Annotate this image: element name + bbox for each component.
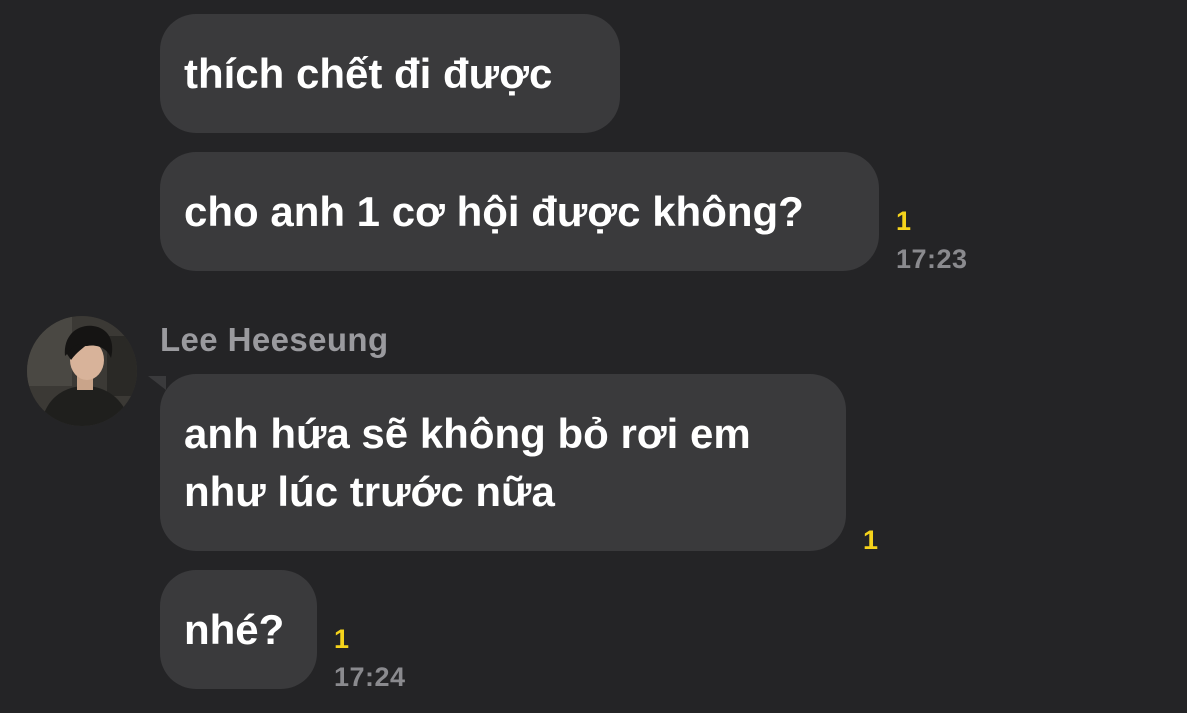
chat-screen: thích chết đi được cho anh 1 cơ hội được… bbox=[0, 0, 1187, 713]
message-text-line: anh hứa sẽ không bỏ rơi em bbox=[184, 410, 751, 457]
message-bubble[interactable]: nhé? bbox=[160, 570, 317, 689]
unread-count: 1 bbox=[334, 624, 350, 654]
message-text: thích chết đi được bbox=[184, 50, 553, 97]
unread-count: 1 bbox=[863, 525, 879, 555]
sender-name: Lee Heeseung bbox=[160, 321, 389, 358]
message-text: nhé? bbox=[184, 606, 285, 653]
sender-avatar[interactable] bbox=[27, 316, 137, 426]
user-avatar-icon bbox=[27, 316, 137, 426]
message-timestamp: 17:24 bbox=[334, 662, 406, 692]
message-text: cho anh 1 cơ hội được không? bbox=[184, 188, 804, 235]
unread-count: 1 bbox=[896, 206, 912, 236]
message-text-line: như lúc trước nữa bbox=[184, 468, 555, 515]
bubble-tail bbox=[148, 376, 166, 390]
message-bubble[interactable]: cho anh 1 cơ hội được không? bbox=[160, 152, 879, 271]
message-timestamp: 17:23 bbox=[896, 244, 968, 274]
message-bubble[interactable]: anh hứa sẽ không bỏ rơi em như lúc trước… bbox=[160, 374, 846, 551]
message-bubble[interactable]: thích chết đi được bbox=[160, 14, 620, 133]
